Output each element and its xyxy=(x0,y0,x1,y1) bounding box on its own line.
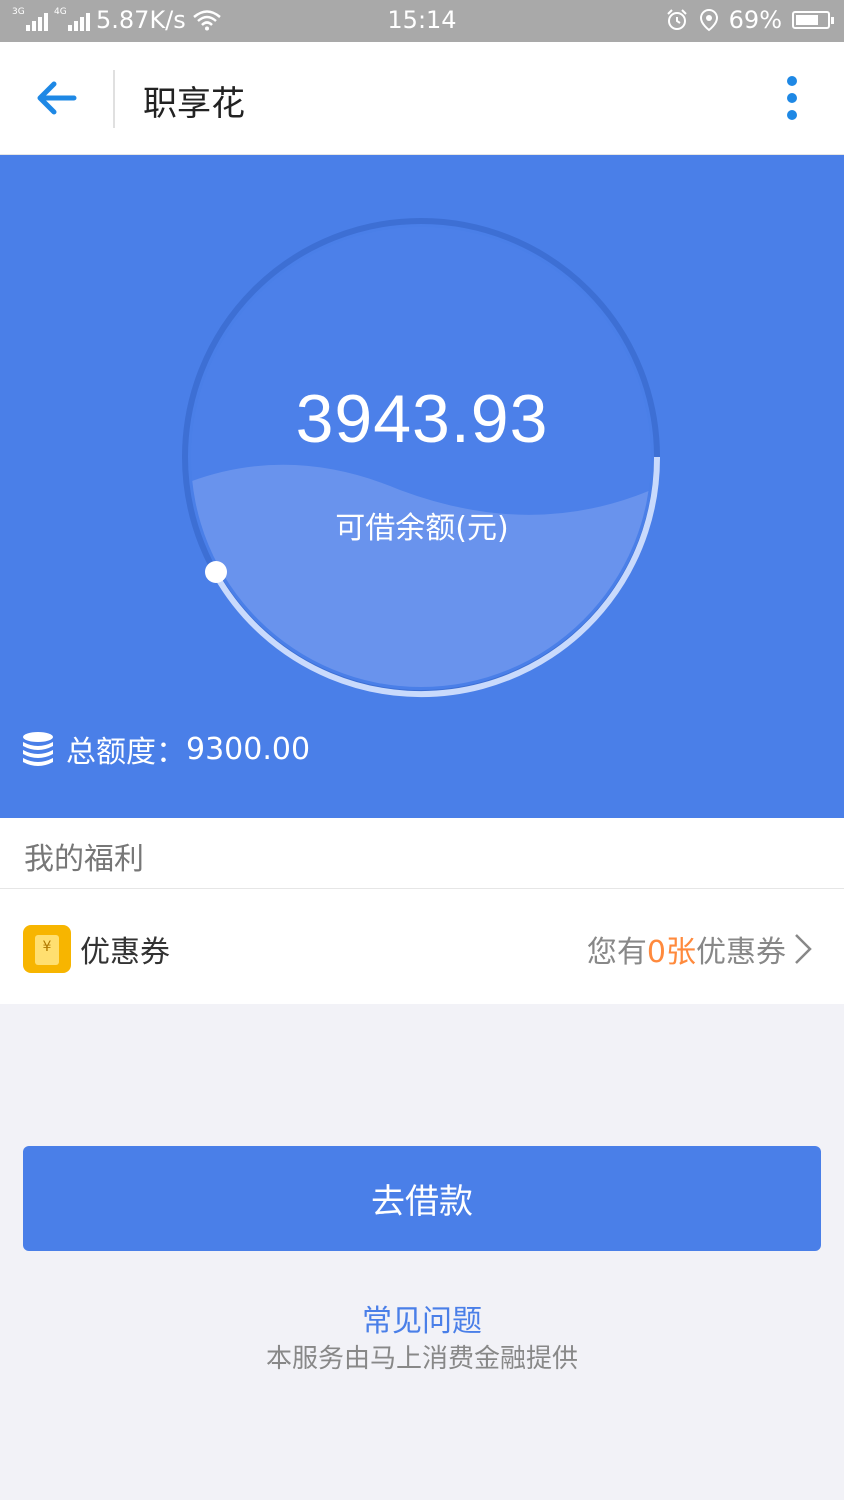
chevron-right-icon xyxy=(795,934,812,964)
coupon-info-suffix: 优惠券 xyxy=(696,935,786,970)
more-options-icon[interactable] xyxy=(786,76,798,120)
coupon-icon: ¥ xyxy=(23,925,71,973)
credit-panel: 3943.93 可借余额(元) 总额度： 9300.00 xyxy=(0,155,844,818)
location-icon xyxy=(699,8,718,32)
coupon-row[interactable]: ¥ 优惠券 您有 0张 优惠券 xyxy=(0,889,844,1004)
battery-icon xyxy=(792,11,834,29)
provider-note: 本服务由马上消费金融提供 xyxy=(265,1344,578,1374)
header-divider xyxy=(113,70,115,128)
total-credit-amount: 9300.00 xyxy=(186,731,311,767)
available-amount: 3943.93 xyxy=(295,381,549,457)
welfare-section-header: 我的福利 xyxy=(0,818,844,889)
credit-gauge xyxy=(182,218,661,698)
total-credit-label: 总额度： xyxy=(66,735,186,770)
page-title: 职享花 xyxy=(143,84,245,124)
back-arrow-icon[interactable] xyxy=(30,78,82,118)
app-header: 职享花 xyxy=(0,42,844,155)
alarm-icon xyxy=(666,9,687,30)
borrow-button[interactable]: 去借款 xyxy=(23,1146,821,1251)
status-bar: 3G 4G 5.87K/s 15:14 69% xyxy=(0,0,844,42)
coupon-count: 0张 xyxy=(646,935,696,970)
coupon-label: 优惠券 xyxy=(80,935,170,970)
status-right: 69% xyxy=(665,6,834,34)
coin-stack-icon xyxy=(23,732,53,766)
coupon-info: 您有 0张 优惠券 xyxy=(587,927,814,971)
coupon-info-prefix: 您有 xyxy=(586,935,647,970)
gauge-progress-knob xyxy=(205,561,227,583)
welfare-title: 我的福利 xyxy=(24,842,144,877)
total-credit: 总额度： 9300.00 xyxy=(22,727,310,771)
available-amount-label: 可借余额(元) xyxy=(335,511,509,546)
faq-link[interactable]: 常见问题 xyxy=(0,1296,844,1340)
battery-percent: 69% xyxy=(728,6,782,34)
